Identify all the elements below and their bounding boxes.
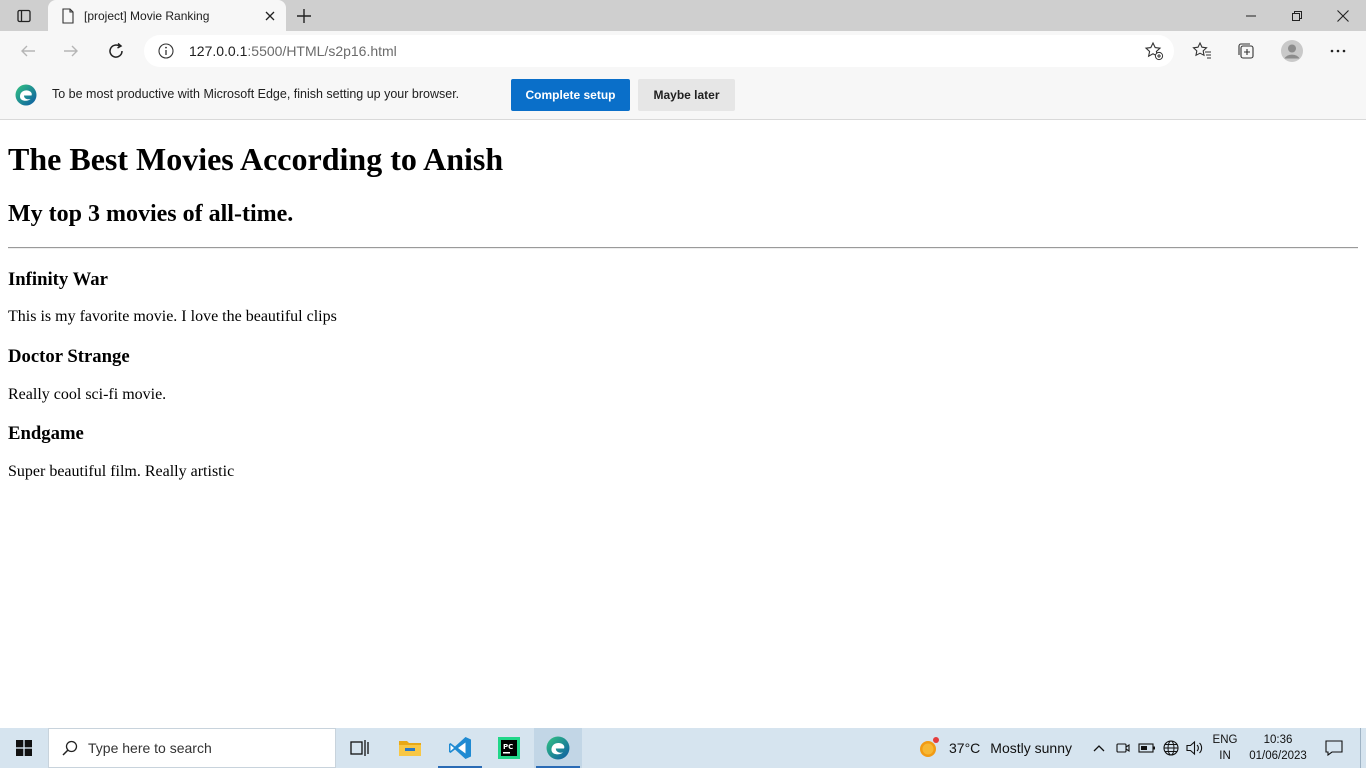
task-view-icon [350,740,369,756]
show-hidden-icons-button[interactable] [1088,728,1110,768]
notification-icon [1325,740,1343,756]
maybe-later-button[interactable]: Maybe later [638,79,735,111]
forward-button[interactable] [56,36,86,66]
site-info-icon[interactable] [157,42,175,60]
show-desktop-button[interactable] [1360,728,1366,768]
edge-logo-icon [15,84,37,106]
back-button[interactable] [13,36,43,66]
restore-button[interactable] [1274,0,1320,31]
sunny-weather-icon [920,737,939,757]
page-title: The Best Movies According to Anish [8,141,504,177]
minimize-icon [1246,15,1256,16]
network-button[interactable] [1160,728,1182,768]
infobar-message: To be most productive with Microsoft Edg… [52,87,460,101]
movie-description-1: This is my favorite movie. I love the be… [8,308,337,325]
page-icon [60,7,76,24]
tab-actions-button[interactable] [0,0,48,31]
search-icon [61,739,79,757]
restore-icon [1292,10,1302,21]
vscode-icon [449,737,471,759]
battery-button[interactable] [1136,728,1158,768]
movie-title-3: Endgame [8,423,84,444]
edge-icon [546,736,570,760]
setup-infobar: To be most productive with Microsoft Edg… [0,71,1366,120]
avatar [1281,40,1303,62]
url-host: 127.0.0.1 [189,43,248,59]
profile-button[interactable] [1277,36,1307,66]
favorites-button[interactable] [1187,36,1217,66]
url-path: :5500/HTML/s2p16.html [247,43,397,59]
system-clock[interactable]: 10:36 01/06/2023 [1244,732,1312,764]
refresh-button[interactable] [101,36,131,66]
language-code: ENG [1212,734,1238,746]
page-content: The Best Movies According to Anish My to… [0,121,1366,728]
address-bar[interactable]: 127.0.0.1:5500/HTML/s2p16.html [144,35,1174,67]
chevron-up-icon [1093,745,1105,752]
folder-icon [399,741,421,756]
clock-time: 10:36 [1263,734,1293,746]
vscode-button[interactable] [436,728,484,768]
windows-logo-icon [16,740,32,756]
add-favorite-icon[interactable] [1144,41,1164,61]
clock-date: 01/06/2023 [1249,750,1307,762]
weather-widget[interactable]: 37°C Mostly sunny [917,728,1072,768]
back-arrow-icon [21,45,35,57]
collections-icon [1238,43,1254,59]
tab-close-icon[interactable] [256,2,284,30]
notifications-button[interactable] [1318,728,1350,768]
tab-title: [project] Movie Ranking [84,8,210,23]
taskbar: Type here to search PC 37°C Mostly sunny… [0,728,1366,768]
weather-temperature: 37°C [949,740,981,756]
task-view-button[interactable] [336,728,384,768]
speaker-icon [1186,740,1203,756]
refresh-icon [109,42,123,58]
volume-button[interactable] [1184,728,1206,768]
language-indicator[interactable]: ENG IN [1210,732,1240,764]
edge-taskbar-button[interactable] [534,728,582,768]
close-window-button[interactable] [1320,0,1366,31]
svg-text:PC: PC [503,743,513,751]
start-button[interactable] [0,728,48,768]
page-subtitle: My top 3 movies of all-time. [8,201,294,227]
weather-condition: Mostly sunny [990,740,1072,756]
complete-setup-button[interactable]: Complete setup [511,79,630,111]
window-controls [1228,0,1366,31]
globe-icon [1163,740,1179,756]
tab-strip: [project] Movie Ranking [0,0,1366,31]
plus-icon [297,9,311,23]
movie-description-3: Super beautiful film. Really artistic [8,463,235,480]
minimize-button[interactable] [1228,0,1274,31]
file-explorer-button[interactable] [386,728,434,768]
url-text: 127.0.0.1:5500/HTML/s2p16.html [189,43,397,59]
more-icon [1330,49,1346,53]
browser-toolbar: 127.0.0.1:5500/HTML/s2p16.html [0,31,1366,71]
taskbar-search[interactable]: Type here to search [48,728,336,768]
browser-tab[interactable]: [project] Movie Ranking [48,0,286,31]
favorites-icon [1192,41,1211,59]
forward-arrow-icon [64,45,78,57]
divider [8,247,1358,249]
meet-now-button[interactable] [1112,728,1134,768]
pycharm-button[interactable]: PC [485,728,533,768]
camera-icon [1116,743,1130,753]
pycharm-icon: PC [498,737,520,759]
tab-actions-icon [17,9,31,22]
movie-title-2: Doctor Strange [8,346,130,367]
movie-description-2: Really cool sci-fi movie. [8,386,167,403]
language-region: IN [1219,750,1231,762]
movie-title-1: Infinity War [8,269,108,290]
battery-plug-icon [1138,743,1155,753]
settings-more-button[interactable] [1323,36,1353,66]
collections-button[interactable] [1231,36,1261,66]
close-icon [1337,9,1349,22]
search-placeholder: Type here to search [88,740,212,756]
new-tab-button[interactable] [290,2,318,30]
